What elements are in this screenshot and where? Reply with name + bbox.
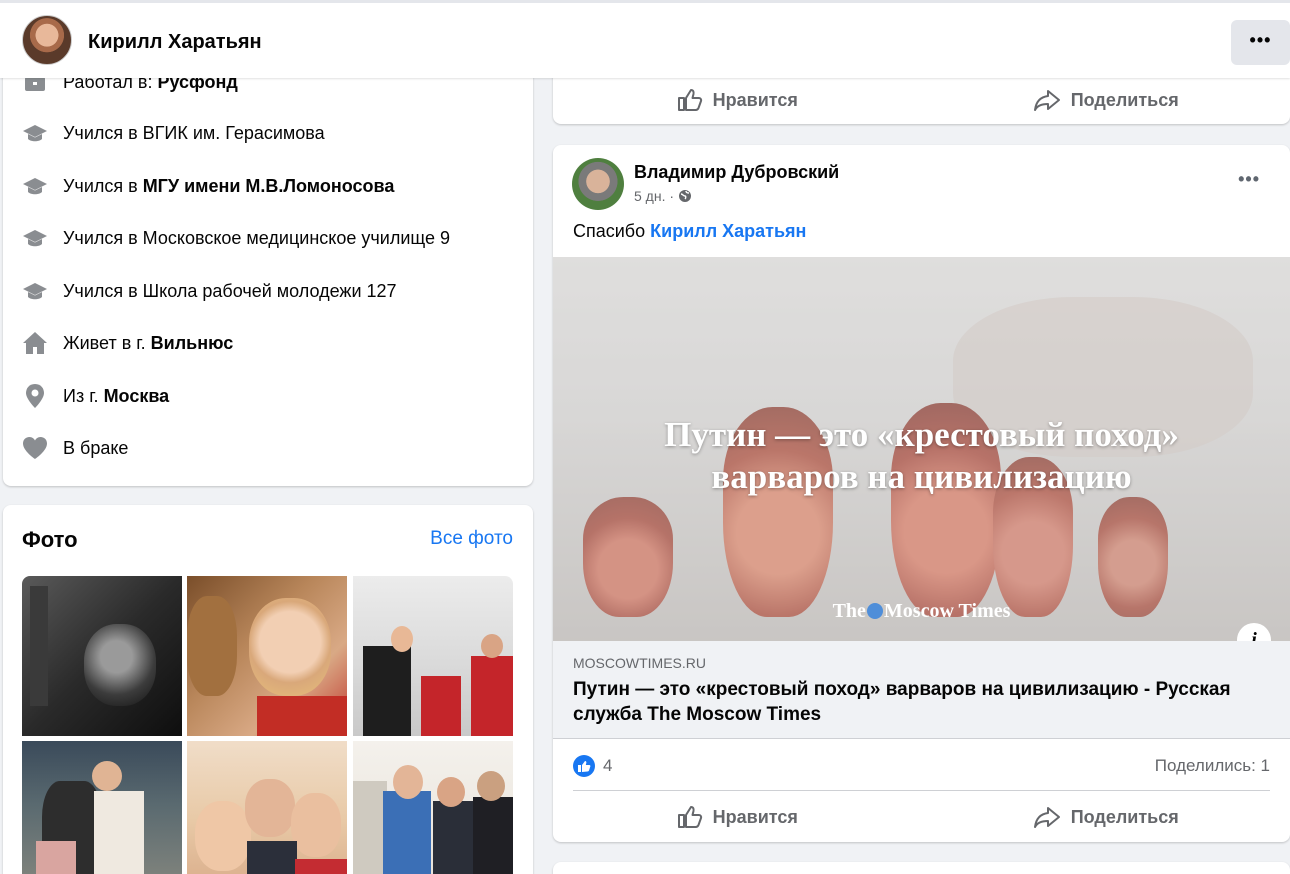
- graduation-cap-icon: [21, 120, 49, 146]
- post-time[interactable]: 5 дн. ·: [634, 188, 674, 204]
- photo-thumbnail[interactable]: [353, 741, 513, 874]
- link-domain: MOSCOWTIMES.RU: [573, 655, 706, 671]
- intro-text: Из г. Москва: [63, 385, 170, 406]
- intro-item-lives-in: Живет в г. Вильнюс: [21, 328, 233, 358]
- all-photos-link[interactable]: Все фото: [430, 528, 513, 550]
- profile-name[interactable]: Кирилл Харатьян: [88, 31, 262, 54]
- thumbs-up-icon: [677, 806, 702, 828]
- home-icon: [21, 330, 49, 356]
- likes-count[interactable]: 4: [603, 756, 612, 776]
- like-button[interactable]: Нравится: [553, 80, 922, 120]
- intro-item-from: Из г. Москва: [21, 381, 169, 411]
- image-headline: Путин — это «крестовый поход» варваров н…: [664, 415, 1179, 496]
- divider: [573, 790, 1270, 791]
- link-preview-image[interactable]: Путин — это «крестовый поход» варваров н…: [553, 257, 1290, 641]
- intro-text: Учился в Московское медицинское училище …: [63, 227, 451, 248]
- profile-header-bar: Кирилл Харатьян •••: [0, 0, 1290, 78]
- graduation-cap-icon: [21, 278, 49, 304]
- post-options-button[interactable]: •••: [1238, 169, 1260, 190]
- intro-text: В браке: [63, 437, 129, 458]
- intro-item-education: Учился в МГУ имени М.В.Ломоносова: [21, 171, 394, 201]
- link-title[interactable]: Путин — это «крестовый поход» варваров н…: [573, 677, 1263, 727]
- intro-item-education: Учился в ВГИК им. Герасимова: [21, 118, 325, 148]
- post-meta: 5 дн. ·: [634, 188, 692, 204]
- share-label: Поделиться: [1070, 89, 1179, 110]
- brand-logo-icon: [866, 603, 883, 619]
- post-card: Владимир Дубровский 5 дн. · ••• Спасибо …: [553, 145, 1290, 842]
- intro-item-relationship: В браке: [21, 433, 128, 463]
- mention-link[interactable]: Кирилл Харатьян: [650, 221, 806, 241]
- share-arrow-icon: [1033, 90, 1060, 111]
- photo-thumbnail[interactable]: [22, 576, 182, 736]
- graduation-cap-icon: [21, 225, 49, 251]
- image-brand: The Moscow Times: [832, 600, 1011, 622]
- like-reaction-icon[interactable]: [573, 755, 595, 777]
- post-text: Спасибо Кирилл Харатьян: [573, 221, 807, 241]
- photo-thumbnail[interactable]: [22, 741, 182, 874]
- link-preview-meta[interactable]: MOSCOWTIMES.RU Путин — это «крестовый по…: [553, 641, 1290, 739]
- intro-item-education: Учился в Московское медицинское училище …: [21, 223, 450, 253]
- intro-item-education: Учился в Школа рабочей молодежи 127: [21, 276, 397, 306]
- intro-text: Учился в МГУ имени М.В.Ломоносова: [63, 175, 395, 196]
- intro-text: Учился в ВГИК им. Герасимова: [63, 122, 325, 143]
- share-arrow-icon: [1033, 807, 1060, 828]
- post-stats: 4 Поделились: 1: [573, 751, 1270, 781]
- post-author[interactable]: Владимир Дубровский: [634, 162, 839, 183]
- intro-card: Работал в: Русфонд Учился в ВГИК им. Гер…: [3, 40, 533, 486]
- thumbs-up-icon: [677, 89, 702, 111]
- share-button[interactable]: Поделиться: [922, 797, 1290, 837]
- share-button[interactable]: Поделиться: [922, 80, 1290, 120]
- photo-thumbnail[interactable]: [187, 741, 347, 874]
- intro-text: Живет в г. Вильнюс: [63, 332, 234, 353]
- like-label: Нравится: [712, 89, 798, 110]
- profile-avatar[interactable]: [22, 15, 72, 65]
- shares-count[interactable]: Поделились: 1: [1155, 756, 1270, 776]
- heart-icon: [21, 435, 49, 461]
- like-label: Нравится: [712, 806, 798, 827]
- photos-card: Фото Все фото: [3, 505, 533, 874]
- post-actions: Нравится Поделиться: [553, 80, 1290, 120]
- more-options-button[interactable]: •••: [1231, 20, 1290, 65]
- photos-title: Фото: [22, 527, 78, 552]
- photo-thumbnail[interactable]: [353, 576, 513, 736]
- author-avatar[interactable]: [572, 158, 624, 210]
- like-button[interactable]: Нравится: [553, 797, 922, 837]
- photo-thumbnail[interactable]: [187, 576, 347, 736]
- graduation-cap-icon: [21, 173, 49, 199]
- post-actions: Нравится Поделиться: [553, 797, 1290, 837]
- globe-icon: [679, 190, 692, 202]
- location-pin-icon: [21, 383, 49, 409]
- intro-text: Учился в Школа рабочей молодежи 127: [63, 280, 397, 301]
- share-label: Поделиться: [1070, 806, 1179, 827]
- next-post-card: [553, 862, 1290, 874]
